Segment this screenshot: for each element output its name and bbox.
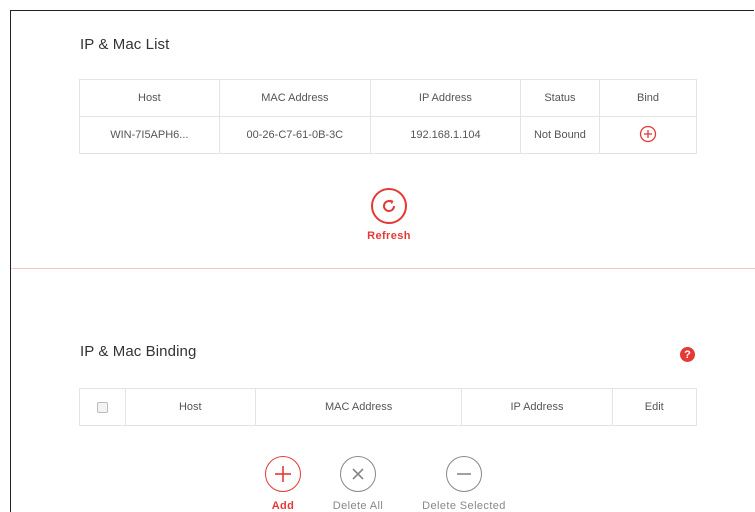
ip-mac-binding-title: IP & Mac Binding — [80, 343, 197, 360]
refresh-button[interactable] — [371, 188, 407, 224]
table-row: WIN-7I5APH6... 00-26-C7-61-0B-3C 192.168… — [79, 116, 697, 154]
section-divider — [11, 268, 755, 269]
column-header-host: Host — [79, 79, 220, 117]
column-header-edit: Edit — [611, 388, 697, 426]
delete-selected-button[interactable] — [446, 456, 482, 492]
delete-all-button[interactable] — [340, 456, 376, 492]
row-ip: 192.168.1.104 — [370, 116, 521, 154]
ip-mac-list-title: IP & Mac List — [80, 36, 170, 53]
row-mac: 00-26-C7-61-0B-3C — [218, 116, 372, 154]
x-circle-icon — [352, 468, 364, 480]
column-header-bind: Bind — [599, 79, 697, 117]
plus-circle-icon — [275, 466, 291, 482]
table-header-row: Host MAC Address IP Address Edit — [79, 388, 697, 426]
question-icon: ? — [684, 348, 691, 361]
row-host: WIN-7I5APH6... — [79, 116, 220, 154]
column-header-ip: IP Address — [370, 79, 521, 117]
delete-selected-label[interactable]: Delete Selected — [409, 500, 519, 512]
row-status: Not Bound — [519, 116, 601, 154]
column-header-status: Status — [519, 79, 601, 117]
select-all-checkbox[interactable] — [96, 401, 108, 413]
column-header-mac: MAC Address — [254, 388, 463, 426]
ip-mac-list-table: Host MAC Address IP Address Status Bind … — [79, 79, 697, 154]
minus-circle-icon — [457, 473, 471, 475]
column-header-ip: IP Address — [461, 388, 613, 426]
help-button[interactable]: ? — [680, 347, 695, 362]
bind-button[interactable] — [639, 125, 657, 146]
column-header-mac: MAC Address — [218, 79, 372, 117]
table-header-row: Host MAC Address IP Address Status Bind — [79, 79, 697, 117]
ip-mac-binding-table: Host MAC Address IP Address Edit — [79, 388, 697, 426]
select-all-cell — [79, 388, 126, 426]
delete-all-label[interactable]: Delete All — [318, 500, 398, 512]
refresh-label[interactable]: Refresh — [359, 230, 419, 242]
column-header-host: Host — [124, 388, 256, 426]
refresh-icon — [383, 199, 396, 212]
add-label[interactable]: Add — [253, 500, 313, 512]
plus-circle-icon — [639, 125, 657, 142]
add-button[interactable] — [265, 456, 301, 492]
row-bind-cell — [599, 116, 697, 154]
